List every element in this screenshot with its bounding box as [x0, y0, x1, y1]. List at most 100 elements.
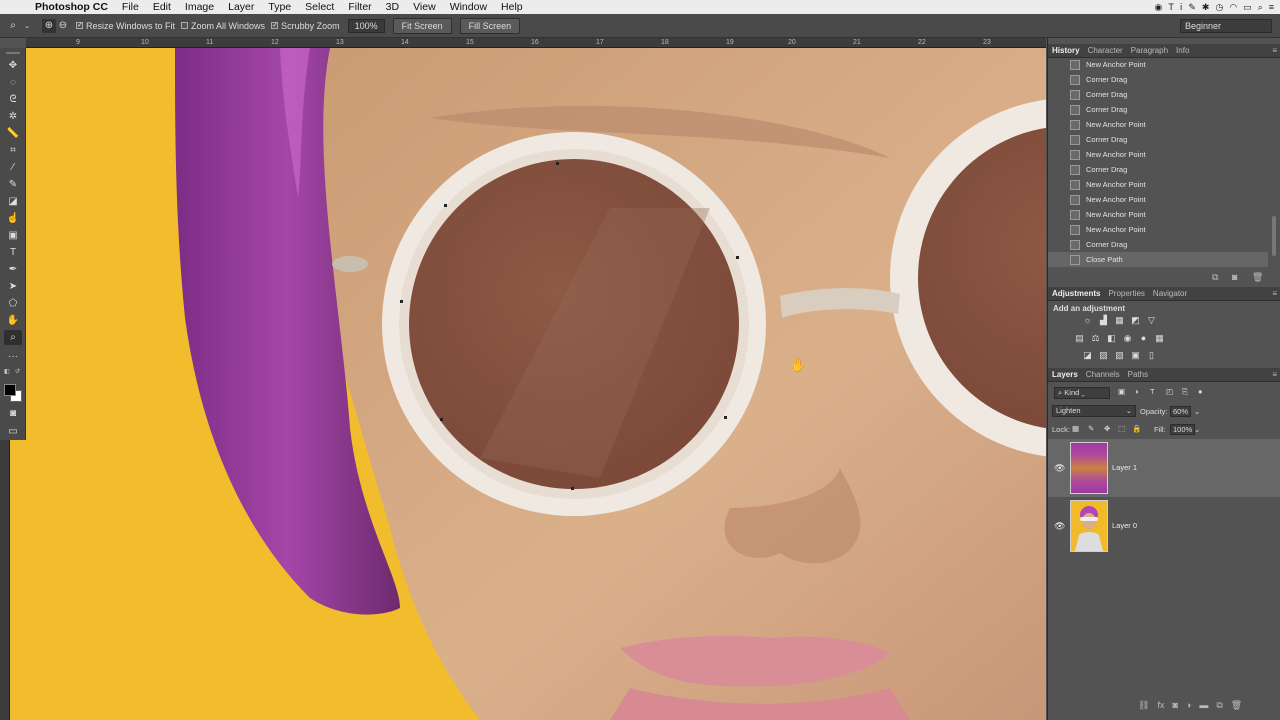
- trash-icon[interactable]: 🗑: [1231, 700, 1242, 711]
- channel-mixer-icon[interactable]: ●: [1138, 333, 1149, 344]
- timemachine-icon[interactable]: ◷: [1215, 2, 1223, 13]
- history-item[interactable]: New Anchor Point: [1048, 222, 1268, 237]
- history-item[interactable]: New Anchor Point: [1048, 147, 1268, 162]
- panel-menu-icon[interactable]: ≡: [1272, 46, 1277, 55]
- adjustment-layer-icon[interactable]: ◑: [1186, 700, 1191, 711]
- lock-position-icon[interactable]: ✥: [1104, 424, 1110, 433]
- layer-name[interactable]: Layer 0: [1112, 521, 1137, 530]
- exposure-icon[interactable]: ◩: [1130, 315, 1141, 326]
- type-tool-icon[interactable]: T: [4, 245, 22, 260]
- chevron-down-icon[interactable]: ⌄: [1194, 407, 1200, 416]
- accessibility-icon[interactable]: ⅰ: [1180, 2, 1183, 13]
- zoom-in-icon[interactable]: ⊕: [42, 18, 56, 33]
- zoom-out-icon[interactable]: ⊖: [56, 19, 70, 33]
- lock-pixels-icon[interactable]: ✎: [1088, 424, 1094, 433]
- history-item[interactable]: Corner Drag: [1048, 132, 1268, 147]
- move-tool-icon[interactable]: ✥: [4, 58, 22, 73]
- menu-filter[interactable]: Filter: [341, 0, 378, 14]
- filter-adjustment-icon[interactable]: ◑: [1134, 387, 1139, 396]
- layer-row-selected[interactable]: 👁 Layer 1: [1048, 439, 1280, 497]
- menu-help[interactable]: Help: [494, 0, 530, 14]
- color-lookup-icon[interactable]: ▦: [1154, 333, 1165, 344]
- ruler-tool-icon[interactable]: 📏: [4, 126, 22, 141]
- panel-menu-icon[interactable]: ≡: [1272, 289, 1277, 298]
- filter-type-icon[interactable]: T: [1150, 387, 1155, 396]
- mask-icon[interactable]: ◙: [1172, 700, 1177, 711]
- filter-toggle-icon[interactable]: ●: [1198, 387, 1203, 396]
- lasso-tool-icon[interactable]: ᘓ: [4, 92, 22, 107]
- history-item[interactable]: Corner Drag: [1048, 237, 1268, 252]
- opacity-field[interactable]: 60%: [1170, 406, 1192, 417]
- zoom-all-checkbox[interactable]: Zoom All Windows: [181, 21, 265, 31]
- tab-info[interactable]: Info: [1172, 46, 1193, 55]
- history-item[interactable]: Corner Drag: [1048, 87, 1268, 102]
- fx-icon[interactable]: fx: [1157, 700, 1164, 711]
- blend-mode-select[interactable]: Lighten ⌄: [1052, 405, 1136, 417]
- pen-tool-icon[interactable]: ✒: [4, 262, 22, 277]
- history-item[interactable]: New Anchor Point: [1048, 192, 1268, 207]
- menu-image[interactable]: Image: [178, 0, 221, 14]
- menu-edit[interactable]: Edit: [146, 0, 178, 14]
- tab-layers[interactable]: Layers: [1048, 370, 1082, 379]
- history-item[interactable]: New Anchor Point: [1048, 117, 1268, 132]
- zoom-tool-icon[interactable]: ⌕: [6, 19, 20, 33]
- filter-pixel-icon[interactable]: ▣: [1118, 387, 1125, 396]
- shape-tool-icon[interactable]: ⬠: [4, 296, 22, 311]
- gradient-map-icon[interactable]: ▯: [1146, 350, 1157, 361]
- posterize-icon[interactable]: ▨: [1098, 350, 1109, 361]
- folder-icon[interactable]: ▬: [1199, 700, 1208, 711]
- tab-paths[interactable]: Paths: [1124, 370, 1152, 379]
- default-colors-icon[interactable]: ◧: [4, 368, 11, 375]
- swap-colors-icon[interactable]: ↺: [15, 368, 22, 375]
- layer-row[interactable]: 👁 Layer 0: [1048, 497, 1280, 555]
- foreground-color-swatch[interactable]: [4, 384, 16, 396]
- chevron-down-icon[interactable]: ⌄: [1194, 425, 1200, 434]
- history-item[interactable]: New Anchor Point: [1048, 177, 1268, 192]
- tab-properties[interactable]: Properties: [1104, 289, 1148, 298]
- marquee-tool-icon[interactable]: ◌: [4, 75, 22, 90]
- pen-icon[interactable]: ✎: [1188, 2, 1196, 13]
- tab-navigator[interactable]: Navigator: [1149, 289, 1191, 298]
- history-item[interactable]: Corner Drag: [1048, 72, 1268, 87]
- lock-transparent-icon[interactable]: ▦: [1072, 424, 1079, 433]
- chevron-down-icon[interactable]: ⌄: [20, 19, 34, 33]
- levels-icon[interactable]: ▟: [1098, 315, 1109, 326]
- tab-channels[interactable]: Channels: [1082, 370, 1124, 379]
- threshold-icon[interactable]: ▧: [1114, 350, 1125, 361]
- search-icon[interactable]: ⌕: [1258, 2, 1263, 13]
- magic-wand-tool-icon[interactable]: ✲: [4, 109, 22, 124]
- hue-saturation-icon[interactable]: ▤: [1074, 333, 1085, 344]
- filter-smart-icon[interactable]: ⎘: [1182, 387, 1188, 397]
- history-item[interactable]: New Anchor Point: [1048, 207, 1268, 222]
- history-scrollbar[interactable]: [1272, 216, 1276, 256]
- scrubby-zoom-checkbox[interactable]: ✓ Scrubby Zoom: [271, 21, 340, 31]
- link-icon[interactable]: ⛓: [1138, 700, 1149, 711]
- new-document-icon[interactable]: ⧉: [1212, 272, 1218, 283]
- menu-layer[interactable]: Layer: [221, 0, 261, 14]
- eraser-tool-icon[interactable]: ◪: [4, 194, 22, 209]
- selective-color-icon[interactable]: ▣: [1130, 350, 1141, 361]
- menu-app-name[interactable]: Photoshop CC: [28, 0, 115, 14]
- eye-icon[interactable]: 👁: [1054, 463, 1065, 474]
- screen-mode-icon[interactable]: ▭: [4, 424, 22, 439]
- bluetooth-icon[interactable]: ✱: [1202, 2, 1210, 13]
- panel-grip[interactable]: [6, 52, 20, 54]
- color-balance-icon[interactable]: ⚖: [1090, 333, 1101, 344]
- new-layer-icon[interactable]: ⧉: [1216, 700, 1222, 711]
- tab-paragraph[interactable]: Paragraph: [1127, 46, 1172, 55]
- workspace-select[interactable]: Beginner: [1180, 19, 1272, 33]
- battery-icon[interactable]: ▭: [1243, 2, 1252, 13]
- menu-type[interactable]: Type: [261, 0, 298, 14]
- eye-icon[interactable]: 👁: [1054, 521, 1065, 532]
- menu-3d[interactable]: 3D: [379, 0, 406, 14]
- brightness-icon[interactable]: ☼: [1082, 315, 1093, 326]
- eyedropper-tool-icon[interactable]: ⁄: [4, 160, 22, 175]
- tab-adjustments[interactable]: Adjustments: [1048, 289, 1104, 298]
- brush-tool-icon[interactable]: ✎: [4, 177, 22, 192]
- tab-character[interactable]: Character: [1084, 46, 1127, 55]
- text-icon[interactable]: T: [1168, 2, 1174, 12]
- zoom-tool-icon[interactable]: ⌕: [4, 330, 22, 345]
- menu-list-icon[interactable]: ≡: [1269, 2, 1274, 12]
- fill-screen-button[interactable]: Fill Screen: [459, 17, 521, 34]
- vibrance-icon[interactable]: ▽: [1146, 315, 1157, 326]
